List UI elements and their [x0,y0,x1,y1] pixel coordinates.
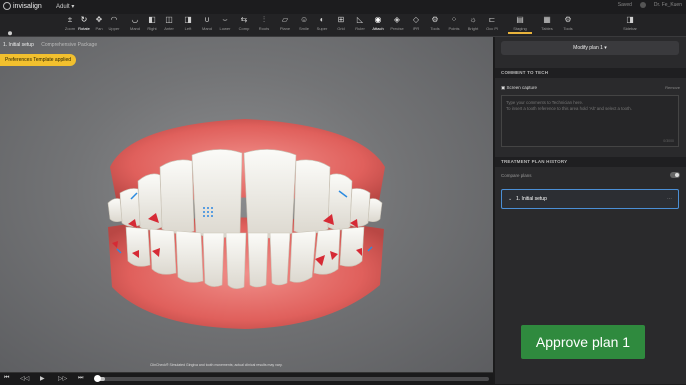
disclaimer-text: ClinCheck® Simulated Gingiva and tooth m… [150,363,283,367]
attach-icon: ◉ [374,15,382,24]
modify-plan-label: Modify plan 1 [573,45,603,51]
tool-staging[interactable]: ▤ Staging [508,16,532,34]
tables-icon: ▦ [543,15,551,24]
dental-model[interactable] [0,37,493,372]
char-count: 0/3000 [663,139,674,143]
tool-occ-pl[interactable]: ⊏ Occ Pl [480,16,504,34]
ruler-icon: ◺ [356,15,364,24]
superimpose-icon: ◐ [319,15,325,24]
user-name: Dr. Fe_Kuen [653,2,682,8]
tool-label: Tools [563,26,573,31]
approve-plan-button[interactable]: Approve plan 1 [521,325,645,359]
attachment-grid-icon [203,207,213,217]
left-view-icon: ◨ [184,15,192,24]
roots-icon: ⫶ [263,15,265,24]
plane-icon: ▱ [281,15,289,24]
saved-label: Saved [617,2,632,8]
right-view-icon: ◧ [148,15,156,24]
screen-capture-label: Screen capture [506,85,538,90]
app-name: invisalign [13,2,42,10]
plan-history-item[interactable]: ⌄ 1. Initial setup ⋯ [501,189,679,209]
title-bar: invisalign Adult ▾ Saved Dr. Fe_Kuen [0,0,686,15]
tool-label: Sidebar [623,26,637,31]
occlusal-plane-icon: ⊏ [488,15,496,24]
history-section-header: TREATMENT PLAN HISTORY [495,157,686,167]
mandibular-icon: ∪ [204,15,210,24]
compare-plans-toggle[interactable] [670,172,680,178]
last-stage-icon[interactable]: ⏭ [78,375,83,382]
sidebar-panel: Modify plan 1 ▾ COMMENT TO TECH ▣ Screen… [495,37,686,384]
play-icon[interactable]: ▶ [40,375,45,382]
ipr-icon: ◇ [412,15,420,24]
tool-tools[interactable]: ⚙ Tools [556,16,580,34]
step-back-icon[interactable]: ◁◁ [20,375,29,382]
precise-icon: ◈ [393,15,401,24]
staging-icon: ▤ [516,15,524,24]
scrubber-handle[interactable] [94,375,101,382]
logo-icon [3,2,11,10]
first-stage-icon[interactable]: ⏮ [4,375,9,382]
chevron-down-icon[interactable]: ⌄ [508,190,512,208]
app-logo: invisalign [3,2,42,10]
sidebar-icon: ◨ [626,15,634,24]
mode-dropdown[interactable]: Adult ▾ [56,3,74,10]
lower-arch-icon: ⌣ [222,15,228,24]
compare-plans-label: Compare plans [501,173,532,178]
compare-icon: ⇆ [240,15,248,24]
anterior-view-icon: ◫ [165,15,173,24]
mand-icon: ◡ [131,15,139,24]
playback-bar: ⏮ ◁◁ ▶ ▷▷ ⏭ [0,372,493,385]
3d-viewport[interactable]: 1. Initial setup Comprehensive Package P… [0,37,493,372]
modify-plan-button[interactable]: Modify plan 1 ▾ [501,41,679,55]
toolbar: Menu ±Zoom↻Rotate✥Pan◠Upper◡Mand◧Right◫A… [0,14,686,48]
screen-capture-button[interactable]: ▣ Screen capture [501,85,537,91]
top-right-status: Saved Dr. Fe_Kuen [618,2,682,8]
tool-label: Staging [513,26,527,31]
stage-scrubber[interactable] [97,377,489,381]
tool-sidebar[interactable]: ◨ Sidebar [618,16,642,34]
step-forward-icon[interactable]: ▷▷ [58,375,67,382]
more-options-icon[interactable]: ⋯ [667,190,672,208]
user-avatar[interactable] [639,2,646,8]
plan-item-label: 1. Initial setup [516,196,547,202]
comment-textarea[interactable]: Type your comments to Technician here. T… [501,95,679,147]
mode-label: Adult [56,4,70,10]
bright-icon: ☼ [469,15,477,24]
points-icon: ⁘ [450,15,458,24]
comment-placeholder-line2: To insert a tooth reference to this area… [506,106,632,111]
smile-icon: ☺ [300,15,309,24]
remove-button[interactable]: Remove [665,85,680,90]
comment-section-header: COMMENT TO TECH [495,68,686,78]
tools-icon: ⚙ [564,15,572,24]
tool-label: Occ Pl [486,26,498,31]
upper-arch-icon: ◠ [110,15,118,24]
tools-icon: ⚙ [431,15,439,24]
grid-icon: ⊞ [337,15,345,24]
